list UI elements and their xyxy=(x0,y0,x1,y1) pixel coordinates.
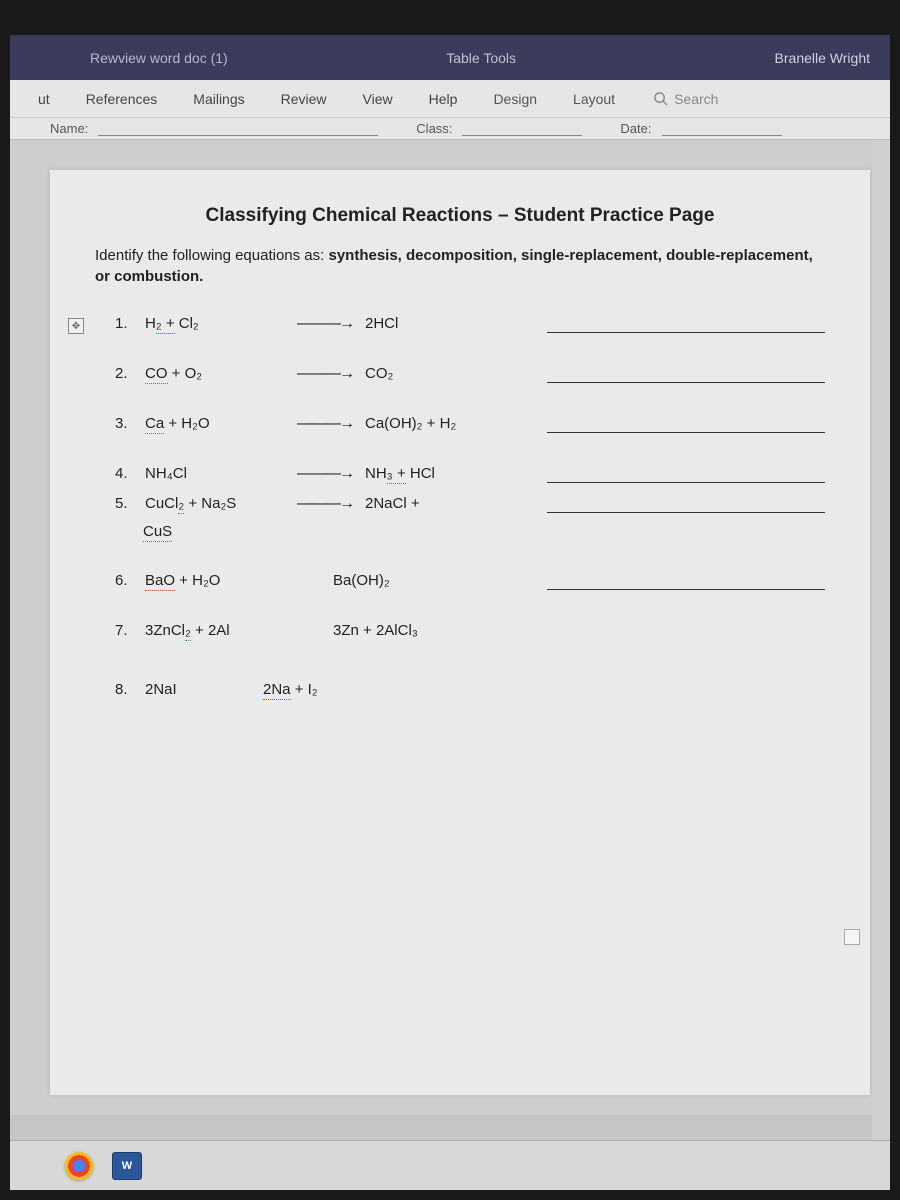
answer-line-6[interactable] xyxy=(547,572,825,590)
eq-left: BaO + H₂O xyxy=(145,572,285,589)
taskbar: W xyxy=(10,1140,890,1190)
instructions-prefix: Identify the following equations as: xyxy=(95,247,328,264)
title-bar: Rewview word doc (1) Table Tools Branell… xyxy=(10,35,890,80)
date-label: Date: xyxy=(620,121,651,136)
tab-references[interactable]: References xyxy=(68,83,176,115)
tab-help[interactable]: Help xyxy=(411,83,476,115)
search-label: Search xyxy=(674,91,718,107)
ribbon-tabs: ut References Mailings Review View Help … xyxy=(10,80,890,118)
answer-line-4[interactable] xyxy=(547,465,825,483)
eq-left: 3ZnCl₂ + 2Al xyxy=(145,622,285,639)
q-num: 2. xyxy=(115,365,137,382)
eq-right: 3Zn + 2AlCl₃ xyxy=(333,622,418,639)
document-header-fields: Name: Class: Date: xyxy=(10,118,890,140)
arrow-icon: ———→ xyxy=(297,315,353,333)
answer-line-2[interactable] xyxy=(547,365,825,383)
q-num: 1. xyxy=(115,315,137,332)
comment-indicator[interactable] xyxy=(844,929,860,945)
question-6: 6. BaO + H₂O Ba(OH)₂ xyxy=(115,572,825,590)
document-area: Classifying Chemical Reactions – Student… xyxy=(10,140,890,1115)
question-2: 2. CO + O₂ ———→ CO₂ xyxy=(115,365,825,383)
arrow-icon: ———→ xyxy=(297,495,353,513)
question-5: 5. CuCl₂ + Na₂S ———→ 2NaCl + CuS xyxy=(115,495,825,540)
answer-line-1[interactable] xyxy=(547,315,825,333)
eq-right: 2HCl xyxy=(365,315,398,332)
eq-right: 2Na + I₂ xyxy=(263,681,318,698)
question-8: 8. 2NaI 2Na + I₂ xyxy=(115,681,825,698)
answer-line-3[interactable] xyxy=(547,415,825,433)
eq-right: Ba(OH)₂ xyxy=(333,572,390,589)
eq-left: CuCl₂ + Na₂S xyxy=(145,495,285,512)
eq-left: H₂ + Cl₂ xyxy=(145,315,285,332)
chrome-app-icon[interactable] xyxy=(60,1147,98,1185)
chrome-icon xyxy=(65,1152,93,1180)
instructions: Identify the following equations as: syn… xyxy=(95,245,825,287)
q-num: 5. xyxy=(115,495,137,512)
eq-left: 2NaI xyxy=(145,681,225,698)
answer-line-5[interactable] xyxy=(547,495,825,513)
questions-list: 1. H₂ + Cl₂ ———→ 2HCl 2. CO + O₂ ———→ CO xyxy=(95,315,825,698)
eq-left: Ca + H₂O xyxy=(145,415,285,432)
page-title: Classifying Chemical Reactions – Student… xyxy=(95,205,825,227)
table-move-handle[interactable]: ✥ xyxy=(68,318,84,334)
search-icon xyxy=(653,91,668,106)
tab-design[interactable]: Design xyxy=(475,83,555,115)
vertical-scrollbar[interactable] xyxy=(872,140,890,1140)
user-name: Branelle Wright xyxy=(775,50,870,66)
context-tab-title: Table Tools xyxy=(188,50,775,66)
eq-sub: CuS xyxy=(143,523,172,542)
q-num: 7. xyxy=(115,622,137,639)
search-box[interactable]: Search xyxy=(653,91,718,107)
tab-ut[interactable]: ut xyxy=(20,83,68,115)
class-label: Class: xyxy=(416,121,452,136)
q-num: 3. xyxy=(115,415,137,432)
q-num: 6. xyxy=(115,572,137,589)
arrow-icon: ———→ xyxy=(297,365,353,383)
question-1: 1. H₂ + Cl₂ ———→ 2HCl xyxy=(115,315,825,333)
eq-left: NH₄Cl xyxy=(145,465,285,482)
question-7: 7. 3ZnCl₂ + 2Al 3Zn + 2AlCl₃ xyxy=(115,622,825,639)
eq-right: 2NaCl + xyxy=(365,495,420,512)
eq-right: NH₃ + HCl xyxy=(365,465,435,482)
arrow-icon: ———→ xyxy=(297,415,353,433)
eq-right: Ca(OH)₂ + H₂ xyxy=(365,415,456,432)
tab-view[interactable]: View xyxy=(345,83,411,115)
tab-layout[interactable]: Layout xyxy=(555,83,633,115)
name-label: Name: xyxy=(50,121,88,136)
question-4: 4. NH₄Cl ———→ NH₃ + HCl xyxy=(115,465,825,483)
q-num: 4. xyxy=(115,465,137,482)
name-field[interactable] xyxy=(98,122,378,136)
word-app-icon[interactable]: W xyxy=(112,1152,142,1180)
arrow-icon: ———→ xyxy=(297,465,353,483)
date-field[interactable] xyxy=(662,122,782,136)
eq-right: CO₂ xyxy=(365,365,393,382)
q-num: 8. xyxy=(115,681,137,698)
eq-left: CO + O₂ xyxy=(145,365,285,382)
class-field[interactable] xyxy=(462,122,582,136)
tab-review[interactable]: Review xyxy=(263,83,345,115)
question-3: 3. Ca + H₂O ———→ Ca(OH)₂ + H₂ xyxy=(115,415,825,433)
document-page[interactable]: Classifying Chemical Reactions – Student… xyxy=(50,170,870,1095)
tab-mailings[interactable]: Mailings xyxy=(175,83,262,115)
